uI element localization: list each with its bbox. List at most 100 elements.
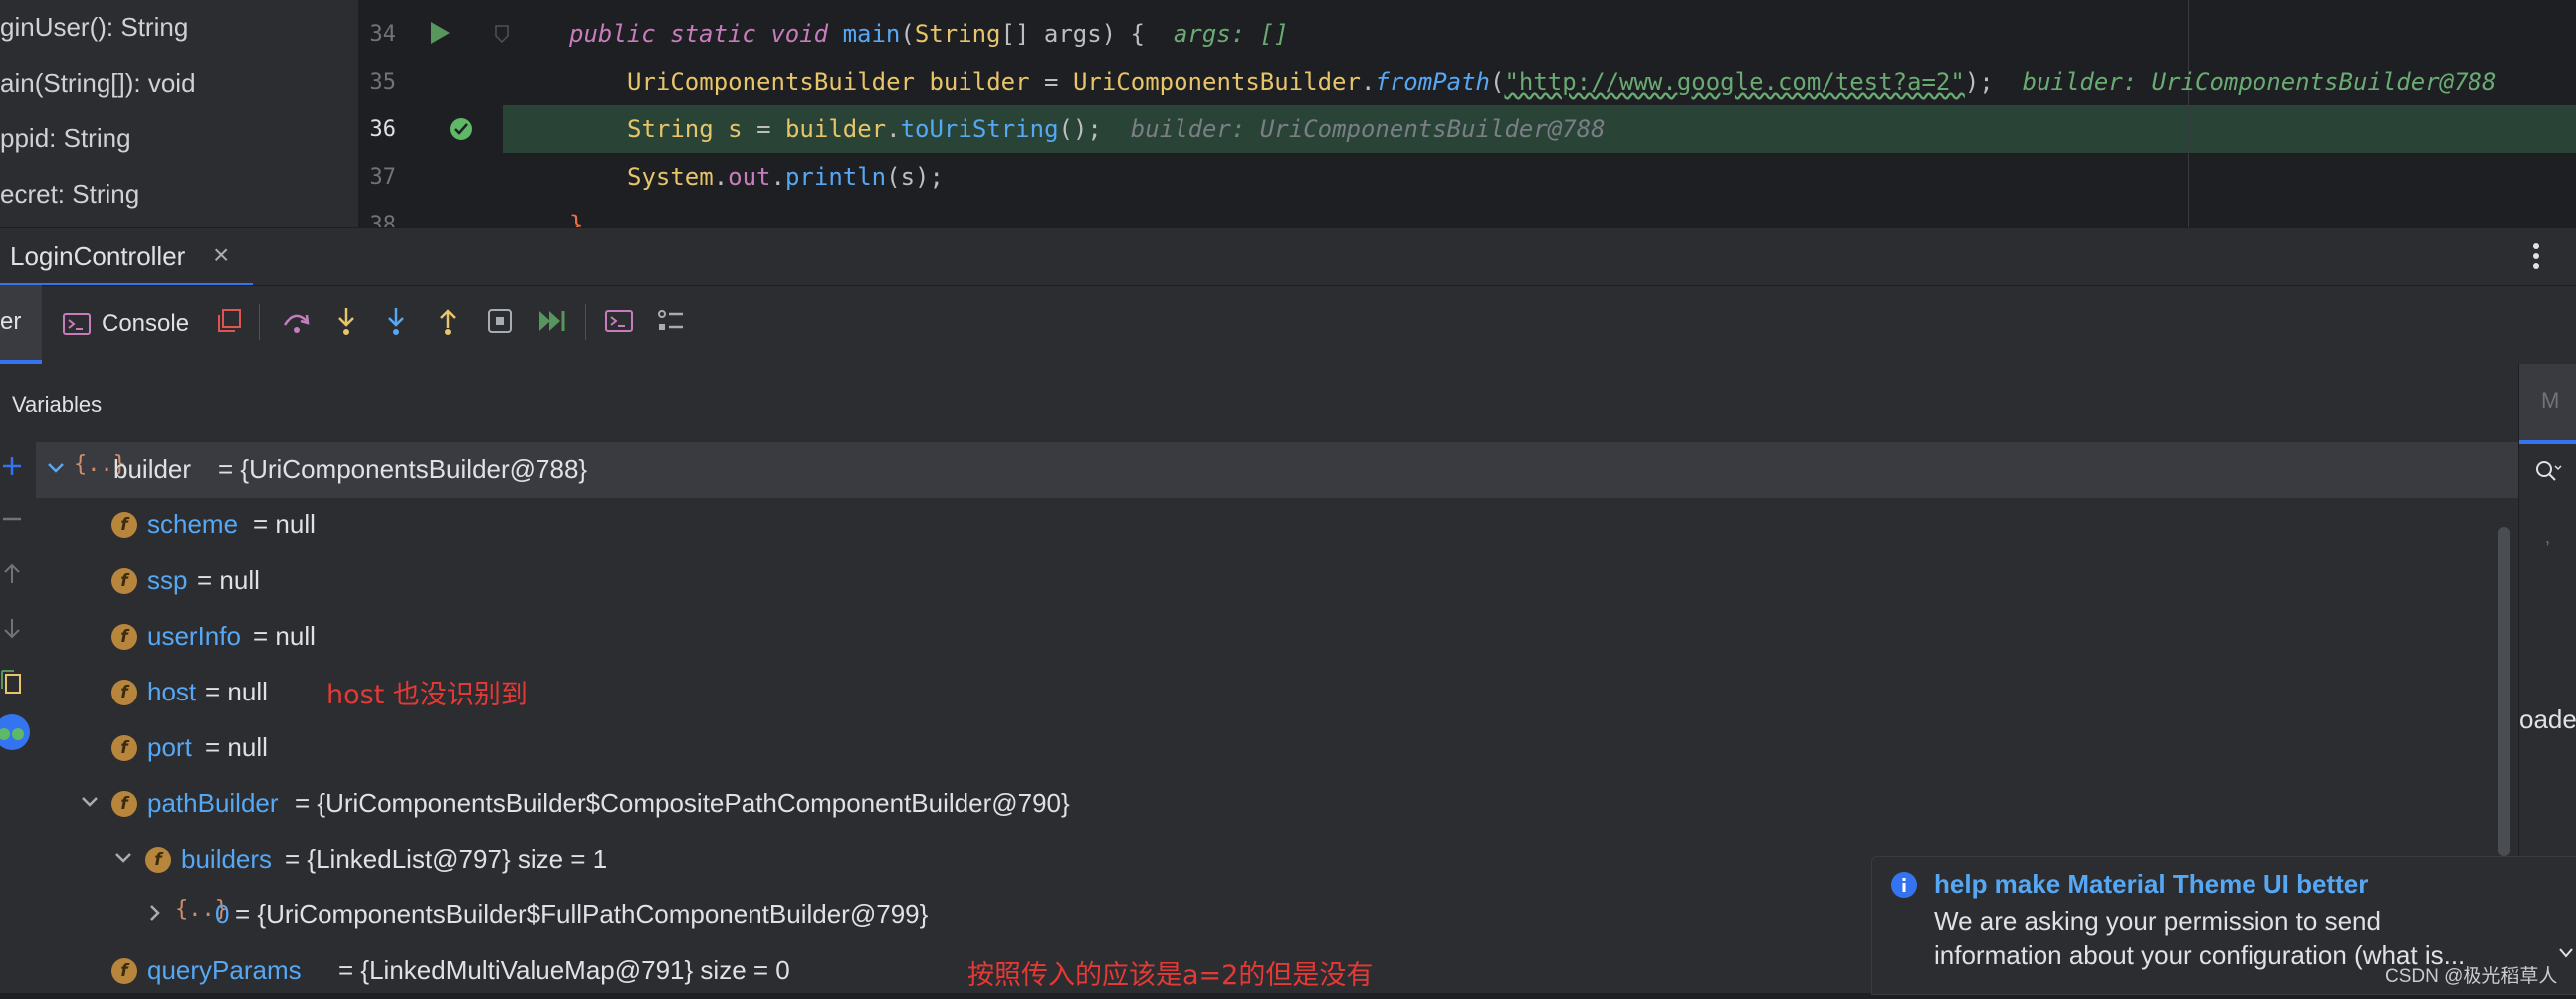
- code-editor[interactable]: ginUser(): String ain(String[]): void pp…: [0, 0, 2576, 227]
- remove-icon[interactable]: [0, 507, 24, 531]
- notification-body-line1: We are asking your permission to send: [1934, 906, 2381, 936]
- right-panel-text: oadec: [2519, 704, 2576, 734]
- structure-item[interactable]: ain(String[]): void: [0, 68, 196, 99]
- move-down-icon[interactable]: [0, 615, 24, 641]
- restore-layout-button[interactable]: [209, 297, 249, 346]
- toolbar-divider: [259, 304, 260, 340]
- run-icon[interactable]: [428, 20, 452, 46]
- glasses-icon[interactable]: [0, 712, 32, 752]
- variable-row-port[interactable]: f port = null: [36, 720, 2518, 776]
- variable-name: userInfo: [147, 621, 241, 651]
- variable-value: = null: [253, 509, 316, 539]
- debug-tab-bar: [0, 227, 2576, 286]
- move-up-icon[interactable]: [0, 561, 24, 587]
- variable-value: = {UriComponentsBuilder$CompositePathCom…: [295, 788, 1070, 818]
- tab-icon-fragment: :: [0, 241, 1, 272]
- right-margin-guide: [2188, 0, 2189, 227]
- watermark: CSDN @极光稻草人: [2385, 966, 2558, 987]
- field-icon: f: [111, 735, 137, 761]
- line-number: 38: [369, 213, 397, 227]
- variable-value: = null: [253, 621, 316, 651]
- resume-icon: [539, 311, 565, 331]
- variable-row-scheme[interactable]: f scheme = null: [36, 498, 2518, 553]
- variables-scrollbar[interactable]: [2498, 527, 2510, 856]
- toolbar-divider: [585, 304, 586, 340]
- structure-panel: ginUser(): String ain(String[]): void pp…: [0, 0, 358, 227]
- variable-row-pathbuilder[interactable]: f pathBuilder = {UriComponentsBuilder$Co…: [36, 776, 2518, 832]
- terminal-icon: [605, 310, 633, 332]
- chevron-right-icon[interactable]: [147, 903, 163, 923]
- field-icon: f: [111, 624, 137, 650]
- list-icon: [658, 310, 683, 330]
- notification-title-link[interactable]: help make Material Theme UI better: [1934, 869, 2368, 899]
- close-icon[interactable]: ×: [213, 239, 229, 271]
- code-line-35: UriComponentsBuilder builder = UriCompon…: [627, 68, 2497, 96]
- step-over-icon: [283, 314, 310, 333]
- add-icon[interactable]: [0, 454, 24, 478]
- structure-item[interactable]: ginUser(): String: [0, 12, 188, 43]
- step-into-icon: [338, 308, 354, 335]
- tab-login-controller[interactable]: : LoginController ×: [0, 227, 253, 287]
- force-step-into-button[interactable]: [376, 297, 416, 346]
- step-out-icon: [440, 309, 456, 335]
- breakpoint-check-icon[interactable]: [449, 117, 473, 141]
- line-number: 36: [369, 117, 397, 142]
- variable-value: = {LinkedList@797} size = 1: [285, 844, 608, 874]
- variable-name: 0: [215, 899, 230, 929]
- step-over-button[interactable]: [277, 297, 317, 346]
- run-to-cursor-icon: [488, 309, 512, 333]
- tab-debugger-label: er: [0, 308, 22, 335]
- structure-item[interactable]: ecret: String: [0, 179, 139, 210]
- variable-name: port: [147, 732, 192, 762]
- variable-value: = null: [205, 677, 268, 706]
- query-annotation: 按照传入的应该是a=2的但是没有: [967, 960, 1374, 991]
- line-number: 34: [369, 22, 397, 47]
- variable-value: = null: [197, 565, 260, 595]
- chevron-down-icon[interactable]: [113, 850, 133, 866]
- variable-row-ssp[interactable]: f ssp = null: [36, 553, 2518, 609]
- console-icon: [63, 313, 91, 335]
- code-line-36: String s = builder.toUriString(); builde…: [627, 115, 1606, 143]
- resume-program-button[interactable]: [532, 297, 571, 346]
- expand-chevron-icon[interactable]: [2557, 946, 2575, 960]
- field-icon: f: [111, 680, 137, 705]
- tab-console[interactable]: Console: [62, 304, 189, 344]
- fold-marker-icon[interactable]: [494, 24, 510, 44]
- right-panel-tab-label: M: [2541, 388, 2560, 413]
- variable-name: builders: [181, 844, 273, 874]
- layout-icon: [218, 309, 241, 332]
- tab-console-label: Console: [102, 310, 190, 337]
- evaluate-expression-button[interactable]: [599, 297, 639, 346]
- field-icon: f: [111, 512, 137, 538]
- variable-value: = null: [205, 732, 268, 762]
- variable-name: host: [147, 677, 197, 706]
- run-to-cursor-button[interactable]: [480, 297, 520, 346]
- more-options-icon[interactable]: [2528, 241, 2544, 271]
- copy-icon[interactable]: [0, 667, 24, 697]
- host-annotation: host 也没识别到: [326, 680, 528, 710]
- code-line-34: public static void main(String[] args) {…: [569, 20, 1289, 48]
- tab-debugger[interactable]: er: [0, 285, 42, 364]
- view-options-button[interactable]: [651, 297, 691, 346]
- variable-name: ssp: [147, 565, 188, 595]
- right-panel-tab[interactable]: M: [2519, 364, 2576, 444]
- force-step-into-icon: [388, 308, 404, 335]
- variable-row-host[interactable]: f host = null host 也没识别到: [36, 665, 2518, 720]
- code-line-38: }: [569, 211, 584, 227]
- variable-value: = {UriComponentsBuilder$FullPathComponen…: [235, 899, 929, 929]
- variable-row-userinfo[interactable]: f userInfo = null: [36, 609, 2518, 665]
- step-out-button[interactable]: [428, 297, 468, 346]
- info-icon: [1891, 872, 1917, 898]
- variable-name: pathBuilder: [147, 788, 279, 818]
- structure-item[interactable]: ppid: String: [0, 123, 131, 154]
- line-number: 37: [369, 165, 397, 190]
- search-icon[interactable]: [2533, 458, 2563, 484]
- chevron-down-icon[interactable]: [80, 794, 100, 810]
- step-into-button[interactable]: [326, 297, 366, 346]
- tab-label: LoginController: [10, 241, 186, 271]
- variable-row-builder[interactable]: {..} builder = {UriComponentsBuilder@788…: [36, 442, 2518, 498]
- field-icon: f: [145, 847, 171, 873]
- variable-name: builder: [113, 454, 192, 484]
- variables-title: Variables: [12, 392, 103, 417]
- chevron-down-icon[interactable]: [46, 460, 66, 476]
